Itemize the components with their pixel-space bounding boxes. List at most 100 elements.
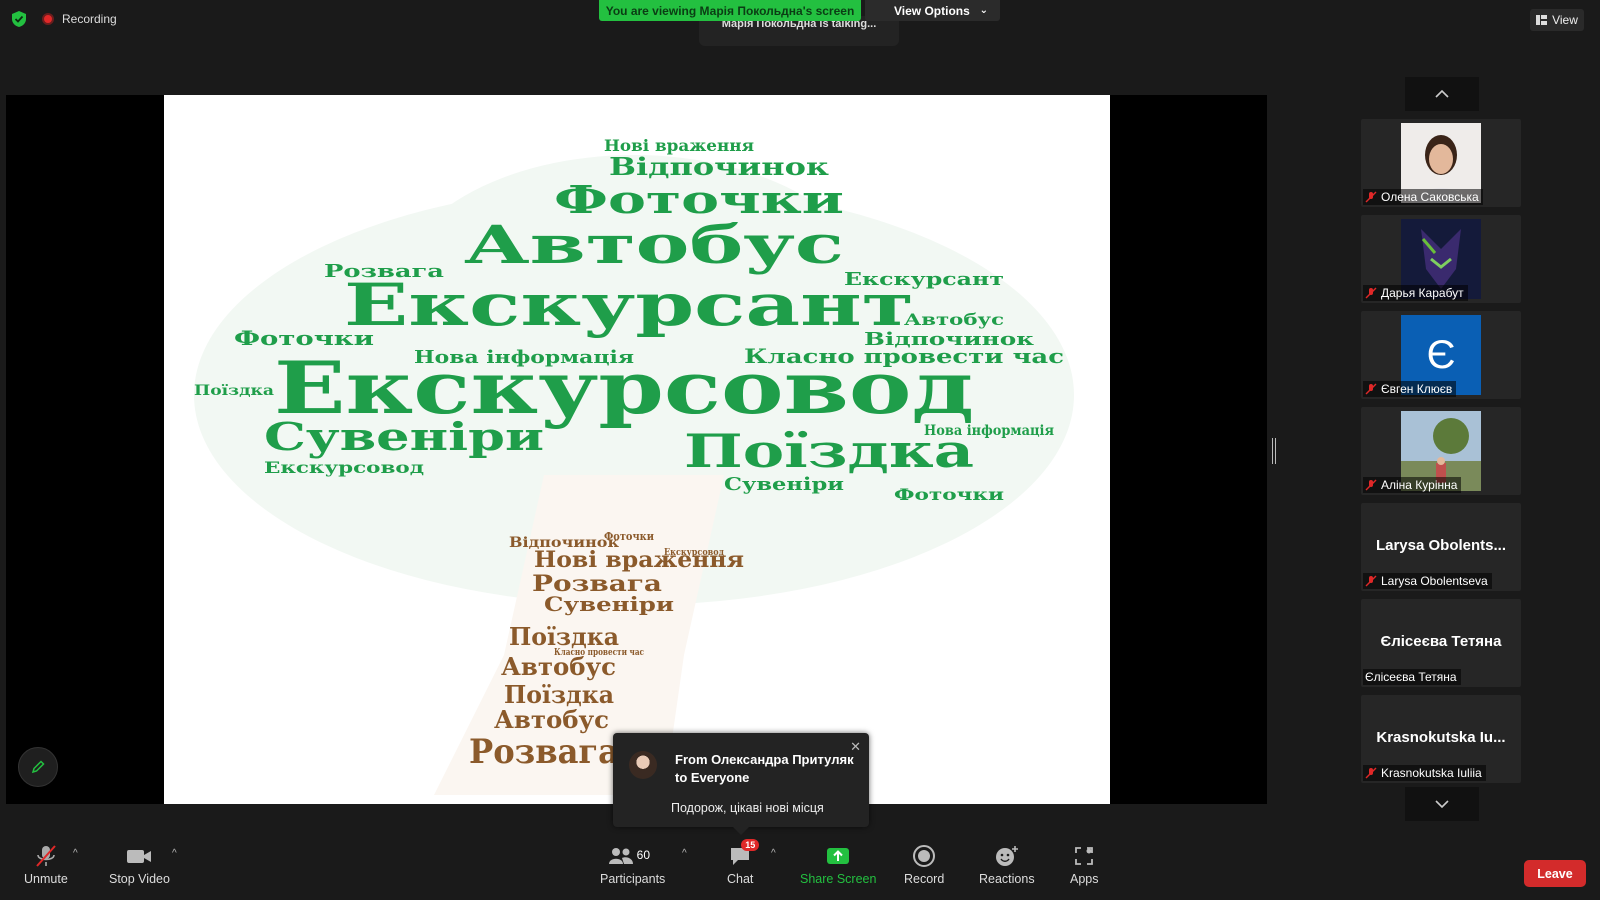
word-filler-suveniry: Сувеніри [724,474,844,495]
audio-options-caret-icon[interactable]: ^ [73,848,78,859]
word-vidpochynok: Відпочинок [609,152,830,181]
participant-tile[interactable]: Олена Саковська [1361,119,1521,207]
recording-label: Recording [62,12,117,26]
share-banner: You are viewing Марія Покольдна's screen [599,0,861,21]
participants-icon: 60 [603,842,663,870]
participants-button[interactable]: 60 Participants [600,842,665,886]
participant-tile[interactable]: Аліна Курінна [1361,407,1521,495]
pencil-icon [31,760,45,774]
participant-label: Larysa Obolentseva [1363,573,1492,589]
word-fotochky: Фоточки [554,177,844,222]
view-layout-button[interactable]: View [1530,9,1584,31]
stop-video-button[interactable]: Stop Video [109,842,170,886]
share-screen-label: Share Screen [800,872,877,886]
view-options-button[interactable]: View Options ⌄ [865,0,1000,21]
share-screen-button[interactable]: Share Screen [800,842,876,886]
stop-video-label: Stop Video [109,872,170,886]
participants-count: 60 [636,848,651,862]
word-trunk-fotochky: Фоточки [604,530,654,543]
chat-sender: From Олександра Притуляк to Everyone [675,752,854,785]
word-filler-avtobus: Автобус [904,310,1004,329]
mic-muted-icon [1365,479,1377,491]
word-filler-ekskursant: Екскурсант [844,269,1004,290]
participant-gallery: Олена Саковська Дарья Карабут Є Євген Кл… [1361,77,1521,821]
word-trunk-vidpochynok: Відпочинок [509,535,619,551]
chat-unread-badge: 15 [741,839,760,851]
video-camera-icon [125,842,153,870]
apps-icon [1073,842,1095,870]
recording-dot-icon [42,13,54,25]
top-left-status: Recording [10,10,117,28]
participant-name: Єлісеєва Тетяна [1365,670,1457,684]
view-options-label: View Options [894,3,970,18]
unmute-label: Unmute [24,872,68,886]
participant-name: Krasnokutska Iuliia [1381,766,1482,780]
chat-button[interactable]: 15 Chat [727,839,760,886]
word-trunk-poizdka-2: Поїздка [504,680,614,709]
chat-label: Chat [727,872,754,886]
recording-indicator[interactable]: Recording [42,12,117,26]
record-label: Record [904,872,945,886]
mic-muted-icon [33,842,59,870]
word-cloud-tree: Екскурсовод Екскурсант Автобус Фоточки В… [194,136,1074,795]
popup-tail [733,827,749,835]
word-avtobus: Автобус [464,215,844,276]
participant-name: Євген Клюєв [1381,382,1453,396]
participant-tile[interactable]: Дарья Карабут [1361,215,1521,303]
word-trunk-suveniry: Сувеніри [544,592,674,616]
video-options-caret-icon[interactable]: ^ [172,848,177,859]
chat-icon: 15 [728,839,760,870]
word-filler-fotochky-2: Фоточки [894,485,1004,504]
participant-label: Єлісеєва Тетяна [1363,669,1461,685]
security-shield-icon[interactable] [10,10,28,28]
emoji-reaction-icon [994,842,1020,870]
grid-layout-icon [1536,15,1548,25]
chat-message: Подорож, цікаві нові місця [671,801,824,815]
chevron-down-icon: ⌄ [979,5,988,16]
mic-muted-icon [1365,575,1377,587]
word-suveniry: Сувеніри [264,414,544,459]
word-trunk-klasno: Класно провести час [554,648,644,658]
participant-name: Олена Саковська [1381,190,1479,204]
mic-muted-icon [1365,383,1377,395]
chevron-down-icon [1435,800,1449,809]
share-screen-icon [825,842,851,870]
apps-label: Apps [1070,872,1099,886]
participant-display-name: Larysa Obolents... [1375,537,1507,554]
annotate-pen-button[interactable] [18,747,58,787]
close-icon[interactable]: ✕ [850,739,861,755]
reactions-button[interactable]: Reactions [979,842,1035,886]
word-trunk-rozvaha-2: Розвага [469,732,619,772]
word-trunk-avtobus-2: Автобус [494,705,609,734]
participant-tile[interactable]: Krasnokutska Iu... Krasnokutska Iuliia [1361,695,1521,783]
word-rozvaha: Розвага [324,261,444,282]
word-filler-vidpochynok: Відпочинок [864,329,1034,350]
participant-label: Євген Клюєв [1363,381,1457,397]
mic-muted-icon [1365,191,1377,203]
word-filler-ekskursovod: Екскурсовод [264,458,424,477]
leave-button[interactable]: Leave [1524,860,1586,887]
avatar-letter: Є [1426,332,1456,377]
gallery-up-button[interactable] [1405,77,1479,111]
meeting-toolbar: Unmute ^ Stop Video ^ 60 Participants ^ … [0,839,1600,900]
word-filler-poizdka: Поїздка [194,383,274,399]
participant-tile[interactable]: Є Євген Клюєв [1361,311,1521,399]
participant-tile[interactable]: Єлісеєва Тетяна Єлісеєва Тетяна [1361,599,1521,687]
mic-muted-icon [1365,767,1377,779]
shared-slide: Екскурсовод Екскурсант Автобус Фоточки В… [164,95,1110,804]
participant-name: Аліна Курінна [1381,478,1458,492]
record-button[interactable]: Record [904,842,944,886]
chat-notification[interactable]: From Олександра Притуляк to Everyone Под… [613,733,869,835]
unmute-button[interactable]: Unmute [24,842,68,886]
participant-tile[interactable]: Larysa Obolents... Larysa Obolentseva [1361,503,1521,591]
sender-avatar [629,751,657,779]
chat-caret-icon[interactable]: ^ [771,848,776,859]
participants-caret-icon[interactable]: ^ [682,848,687,859]
word-novi-vrazhennia: Нові враження [604,136,754,155]
participant-label: Аліна Курінна [1363,477,1462,493]
participant-name: Larysa Obolentseva [1381,574,1488,588]
word-filler-nova-informatsiia: Нова інформація [924,423,1054,439]
apps-button[interactable]: Apps [1070,842,1099,886]
gallery-down-button[interactable] [1405,787,1479,821]
resize-handle[interactable] [1272,438,1276,464]
